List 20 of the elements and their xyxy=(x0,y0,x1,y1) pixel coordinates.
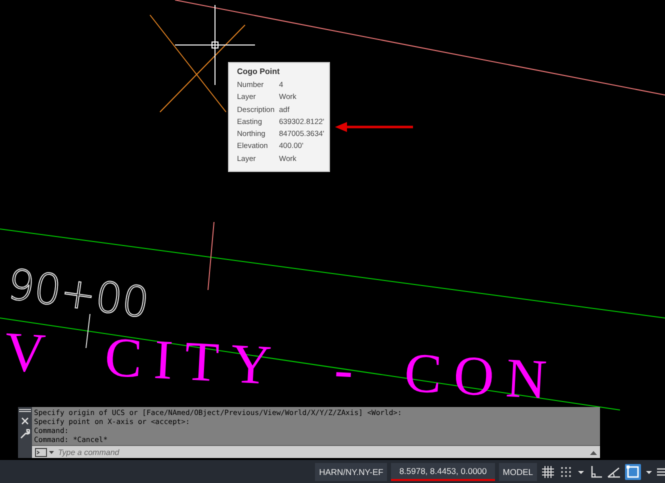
grip-icon[interactable] xyxy=(19,409,31,413)
expand-icon[interactable] xyxy=(590,450,597,454)
grid-icon[interactable] xyxy=(541,464,555,478)
ortho-icon[interactable] xyxy=(589,464,603,478)
close-icon[interactable] xyxy=(21,417,29,425)
drawing-title-text: CON xyxy=(402,342,560,412)
model-space-button[interactable]: MODEL xyxy=(498,462,537,480)
angle-icon[interactable] xyxy=(607,464,621,478)
tooltip-title: Cogo Point xyxy=(237,67,281,76)
command-line-field[interactable]: Type a command xyxy=(32,445,600,458)
drawing-title-text: CITY xyxy=(103,326,285,398)
selection-box-icon[interactable] xyxy=(625,464,641,480)
snap-dots-icon[interactable] xyxy=(559,464,573,478)
drawing-title-text: - xyxy=(332,338,367,402)
wrench-icon[interactable] xyxy=(20,429,30,439)
tick-line xyxy=(208,222,214,290)
command-input-field[interactable]: Type a command xyxy=(58,446,587,458)
coordinates-display[interactable]: 8.5978, 8.4453, 0.0000 xyxy=(391,462,495,480)
prompt-icon[interactable] xyxy=(35,448,55,456)
coordinate-system-button[interactable]: HARN/NY.NY-EF xyxy=(315,462,388,480)
